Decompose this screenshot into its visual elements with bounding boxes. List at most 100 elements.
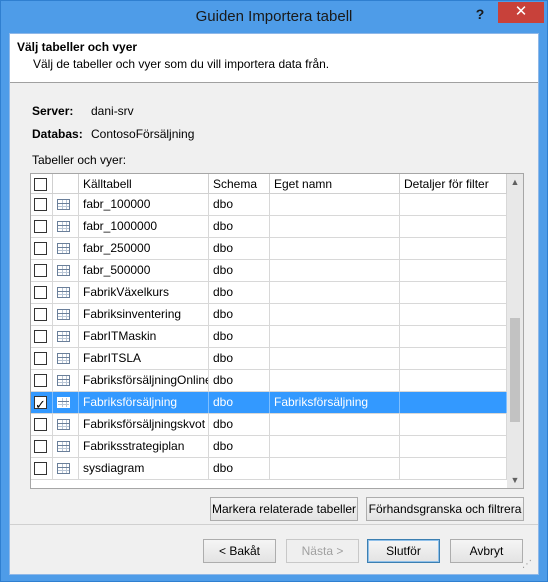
column-header-schema[interactable]: Schema (209, 174, 270, 194)
row-checkbox[interactable] (34, 198, 47, 211)
row-checkbox[interactable] (34, 264, 47, 277)
scroll-thumb[interactable] (510, 318, 520, 422)
schema-cell: dbo (209, 216, 270, 237)
row-icon-cell (53, 348, 79, 369)
filter-details-cell[interactable] (400, 304, 507, 325)
next-button[interactable]: Nästa > (286, 539, 359, 563)
close-button[interactable]: ✕ (498, 2, 544, 23)
schema-cell: dbo (209, 392, 270, 413)
table-row[interactable]: FabriksförsäljningOnline dbo (31, 370, 507, 392)
friendly-name-cell[interactable] (270, 326, 400, 347)
friendly-name-cell[interactable] (270, 348, 400, 369)
friendly-name-cell[interactable] (270, 282, 400, 303)
wizard-step-title: Välj tabeller och vyer (17, 40, 138, 54)
column-header-friendly-name[interactable]: Eget namn (270, 174, 400, 194)
icon-column-header (53, 174, 79, 194)
filter-details-cell[interactable] (400, 326, 507, 347)
filter-details-cell[interactable] (400, 392, 507, 413)
row-checkbox[interactable] (34, 462, 47, 475)
vertical-scrollbar[interactable]: ▲ ▼ (507, 174, 523, 488)
source-table-cell: fabr_500000 (79, 260, 209, 281)
help-button[interactable]: ? (465, 3, 495, 27)
row-checkbox-cell (31, 348, 53, 369)
filter-details-cell[interactable] (400, 216, 507, 237)
filter-details-cell[interactable] (400, 194, 507, 215)
table-row[interactable]: FabrikVäxelkurs dbo (31, 282, 507, 304)
row-checkbox-cell (31, 260, 53, 281)
schema-cell: dbo (209, 194, 270, 215)
tables-grid: Källtabell Schema Eget namn Detaljer för… (30, 173, 524, 489)
table-icon (57, 265, 70, 276)
filter-details-cell[interactable] (400, 238, 507, 259)
friendly-name-cell[interactable] (270, 458, 400, 479)
tables-list-label: Tabeller och vyer: (32, 153, 127, 167)
row-checkbox[interactable] (34, 418, 47, 431)
friendly-name-cell[interactable] (270, 260, 400, 281)
filter-details-cell[interactable] (400, 260, 507, 281)
wizard-step-description: Välj de tabeller och vyer som du vill im… (33, 57, 330, 71)
scroll-down-icon[interactable]: ▼ (507, 472, 523, 488)
row-checkbox-cell (31, 458, 53, 479)
source-table-cell: FabriksförsäljningOnline (79, 370, 209, 391)
column-header-filter-details[interactable]: Detaljer för filter (400, 174, 507, 194)
source-table-cell: Fabriksförsäljningskvot (79, 414, 209, 435)
table-row[interactable]: sysdiagram dbo (31, 458, 507, 480)
table-row[interactable]: FabriksförsäljningdboFabriksförsäljning (31, 392, 507, 414)
filter-details-cell[interactable] (400, 414, 507, 435)
friendly-name-cell[interactable] (270, 370, 400, 391)
wizard-header: Välj tabeller och vyer Välj de tabeller … (10, 34, 538, 83)
friendly-name-cell[interactable] (270, 216, 400, 237)
row-icon-cell (53, 326, 79, 347)
scroll-up-icon[interactable]: ▲ (507, 174, 523, 190)
preview-and-filter-button[interactable]: Förhandsgranska och filtrera (366, 497, 524, 521)
table-icon (57, 199, 70, 210)
row-checkbox-cell (31, 326, 53, 347)
row-checkbox[interactable] (34, 440, 47, 453)
row-checkbox[interactable] (34, 352, 47, 365)
row-checkbox[interactable] (34, 242, 47, 255)
table-row[interactable]: Fabriksstrategiplan dbo (31, 436, 507, 458)
table-row[interactable]: Fabriksinventering dbo (31, 304, 507, 326)
filter-details-cell[interactable] (400, 348, 507, 369)
table-row[interactable]: FabrITMaskin dbo (31, 326, 507, 348)
row-icon-cell (53, 260, 79, 281)
friendly-name-cell[interactable] (270, 414, 400, 435)
schema-cell: dbo (209, 436, 270, 457)
table-row[interactable]: fabr_100000 dbo (31, 194, 507, 216)
back-button[interactable]: < Bakåt (203, 539, 276, 563)
source-table-cell: FabrikVäxelkurs (79, 282, 209, 303)
row-checkbox[interactable] (34, 394, 47, 413)
row-checkbox[interactable] (34, 308, 47, 321)
row-checkbox-cell (31, 194, 53, 215)
row-checkbox[interactable] (34, 220, 47, 233)
filter-details-cell[interactable] (400, 370, 507, 391)
filter-details-cell[interactable] (400, 436, 507, 457)
row-checkbox-cell (31, 216, 53, 237)
row-icon-cell (53, 370, 79, 391)
source-table-cell: sysdiagram (79, 458, 209, 479)
friendly-name-cell[interactable] (270, 304, 400, 325)
filter-details-cell[interactable] (400, 282, 507, 303)
table-row[interactable]: FabrITSLA dbo (31, 348, 507, 370)
row-icon-cell (53, 458, 79, 479)
finish-button[interactable]: Slutför (367, 539, 440, 563)
friendly-name-cell[interactable] (270, 194, 400, 215)
row-checkbox[interactable] (34, 286, 47, 299)
select-all-checkbox[interactable] (34, 178, 47, 191)
row-checkbox[interactable] (34, 374, 47, 387)
table-row[interactable]: Fabriksförsäljningskvot dbo (31, 414, 507, 436)
table-row[interactable]: fabr_250000 dbo (31, 238, 507, 260)
table-row[interactable]: fabr_1000000 dbo (31, 216, 507, 238)
select-related-tables-button[interactable]: Markera relaterade tabeller (210, 497, 358, 521)
table-icon (57, 419, 70, 430)
friendly-name-cell[interactable] (270, 238, 400, 259)
resize-grip-icon[interactable]: ⋰ (522, 560, 534, 572)
row-checkbox-cell (31, 370, 53, 391)
friendly-name-cell[interactable] (270, 436, 400, 457)
table-row[interactable]: fabr_500000 dbo (31, 260, 507, 282)
column-header-source[interactable]: Källtabell (79, 174, 209, 194)
row-checkbox[interactable] (34, 330, 47, 343)
friendly-name-cell[interactable]: Fabriksförsäljning (270, 392, 400, 413)
filter-details-cell[interactable] (400, 458, 507, 479)
cancel-button[interactable]: Avbryt (450, 539, 523, 563)
